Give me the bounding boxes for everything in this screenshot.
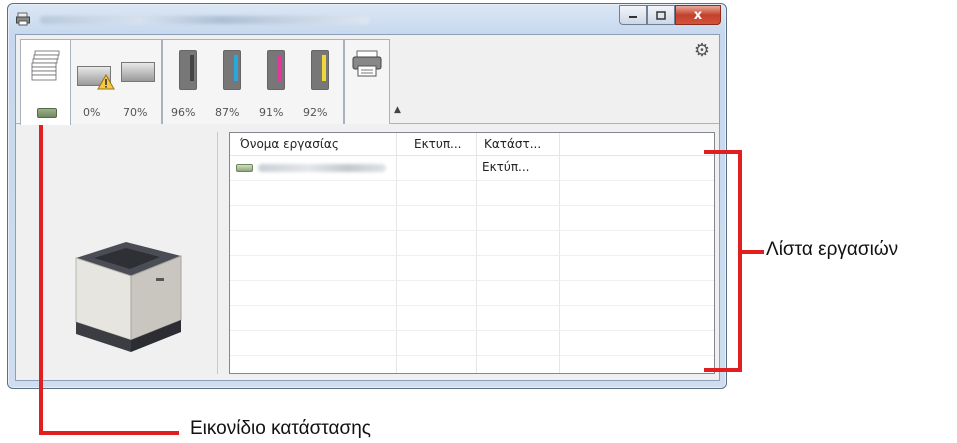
- tray-1-level: 0%: [83, 106, 101, 119]
- status-icon-pointer-vertical: [39, 110, 43, 435]
- toner-cyan-icon: [223, 50, 241, 90]
- toner-cyan-band: [234, 55, 238, 81]
- job-row[interactable]: Εκτύπ...: [230, 156, 714, 181]
- toner-black-level: 96%: [171, 106, 196, 119]
- job-list-bracket-top: [704, 150, 742, 154]
- toner-black-icon: [179, 50, 197, 90]
- job-list[interactable]: Όνομα εργασίας Εκτυπ... Κατάστ... Εκτύπ.…: [229, 132, 715, 374]
- close-icon: x: [693, 7, 703, 23]
- tray-2-level: 70%: [123, 106, 148, 119]
- toner-yellow-icon: [311, 50, 329, 90]
- multifunction-printer-icon: [352, 50, 382, 77]
- toner-black-band: [190, 55, 194, 81]
- window-client-area: 0% 70% 96% 87% 91% 92% ▲ ⚙ Όνομα εργασία…: [15, 34, 720, 381]
- tab-jobs[interactable]: [20, 39, 71, 125]
- tab-paper-trays[interactable]: 0% 70%: [70, 39, 162, 124]
- job-list-bracket-vertical: [738, 150, 742, 372]
- toner-magenta-level: 91%: [259, 106, 284, 119]
- warning-icon: [97, 74, 115, 90]
- minimize-button[interactable]: [619, 5, 647, 25]
- job-name-obscured: [258, 164, 386, 172]
- job-list-header: Όνομα εργασίας Εκτυπ... Κατάστ...: [230, 133, 714, 156]
- job-list-bracket-bottom: [704, 368, 742, 372]
- status-monitor-window: x 0% 70% 96% 87% 91% 92% ▲ ⚙ Όνομα εργασ…: [7, 3, 727, 389]
- paper-tray-2-icon: [121, 62, 155, 82]
- toner-yellow-level: 92%: [303, 106, 328, 119]
- empty-row: [230, 181, 714, 206]
- toner-magenta-band: [278, 55, 282, 81]
- status-icon-annotation: Εικονίδιο κατάστασης: [190, 418, 371, 439]
- maximize-button[interactable]: [647, 5, 675, 25]
- document-stack-icon: [31, 50, 60, 81]
- window-title-obscured: [40, 16, 370, 24]
- minimize-icon: [629, 16, 637, 18]
- toner-cyan-level: 87%: [215, 106, 240, 119]
- empty-row: [230, 206, 714, 231]
- empty-row: [230, 306, 714, 331]
- status-icon[interactable]: [37, 108, 57, 118]
- job-list-annotation: Λίστα εργασιών: [766, 239, 899, 260]
- tab-toner[interactable]: 96% 87% 91% 92%: [162, 39, 344, 124]
- toner-yellow-band: [322, 55, 326, 81]
- printer-image: [75, 242, 182, 352]
- collapse-icon[interactable]: ▲: [394, 105, 401, 115]
- column-status[interactable]: Κατάστ...: [484, 137, 541, 151]
- settings-gear-icon[interactable]: ⚙: [693, 42, 711, 60]
- printer-app-icon: [16, 12, 30, 26]
- panel-divider[interactable]: [217, 132, 218, 374]
- empty-row: [230, 331, 714, 356]
- job-list-pointer: [738, 250, 764, 254]
- column-job-name[interactable]: Όνομα εργασίας: [240, 137, 339, 151]
- main-panel: Όνομα εργασίας Εκτυπ... Κατάστ... Εκτύπ.…: [16, 124, 719, 380]
- job-status-icon: [236, 164, 253, 172]
- status-tab-strip: 0% 70% 96% 87% 91% 92% ▲ ⚙: [16, 35, 719, 125]
- empty-row: [230, 231, 714, 256]
- toner-magenta-icon: [267, 50, 285, 90]
- title-bar[interactable]: x: [8, 4, 726, 34]
- empty-row: [230, 281, 714, 306]
- maximize-icon: [656, 10, 666, 20]
- empty-row: [230, 256, 714, 281]
- job-status: Εκτύπ...: [482, 160, 530, 174]
- tab-device[interactable]: [344, 39, 390, 124]
- column-printing[interactable]: Εκτυπ...: [414, 137, 462, 151]
- close-button[interactable]: x: [675, 5, 721, 25]
- status-icon-pointer-horizontal: [39, 431, 179, 435]
